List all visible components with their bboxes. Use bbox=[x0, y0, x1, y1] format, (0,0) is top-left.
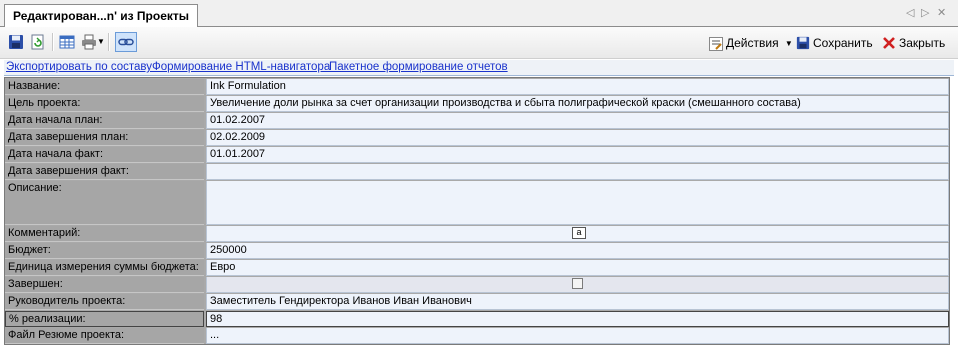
fact-start-date-field[interactable]: 01.01.2007 bbox=[206, 147, 949, 163]
name-field[interactable]: Ink Formulation bbox=[206, 79, 949, 95]
actions-label: Действия bbox=[726, 36, 779, 50]
field-row-description: Описание: bbox=[5, 181, 949, 225]
memo-edit-icon[interactable]: a bbox=[572, 227, 586, 239]
field-row-completed: Завершен: bbox=[5, 277, 949, 293]
field-label: Бюджет: bbox=[5, 243, 204, 259]
field-row-progress: % реализации: 98 bbox=[5, 311, 949, 327]
field-label: Единица измерения суммы бюджета: bbox=[5, 260, 204, 276]
tab-close-icon[interactable]: ✕ bbox=[937, 6, 946, 20]
save-button[interactable]: Сохранить bbox=[796, 35, 873, 51]
budget-currency-field[interactable]: Евро bbox=[206, 260, 949, 276]
comment-field[interactable]: a bbox=[206, 226, 949, 242]
refresh-icon[interactable] bbox=[30, 34, 46, 50]
field-row-plan-start: Дата начала план: 01.02.2007 bbox=[5, 113, 949, 129]
field-row-fact-end: Дата завершения факт: bbox=[5, 164, 949, 180]
field-label: Цель проекта: bbox=[5, 96, 204, 112]
progress-percent-field[interactable]: 98 bbox=[206, 311, 949, 327]
print-dropdown-chevron-down-icon[interactable]: ▼ bbox=[97, 34, 105, 50]
project-manager-field[interactable]: Заместитель Гендиректора Иванов Иван Ива… bbox=[206, 294, 949, 310]
field-label: Дата начала факт: bbox=[5, 147, 204, 163]
close-icon bbox=[882, 36, 896, 50]
table-icon[interactable] bbox=[59, 34, 75, 50]
completed-field bbox=[206, 277, 949, 293]
save-label: Сохранить bbox=[813, 36, 873, 50]
field-label: Дата начала план: bbox=[5, 113, 204, 129]
html-navigator-link[interactable]: Формирование HTML-навигатора bbox=[152, 61, 330, 74]
field-row-budget: Бюджет: 250000 bbox=[5, 243, 949, 259]
field-label: Название: bbox=[5, 79, 204, 95]
plan-start-date-field[interactable]: 01.02.2007 bbox=[206, 113, 949, 129]
batch-reports-link[interactable]: Пакетное формирование отчетов bbox=[329, 61, 508, 74]
field-label: Дата завершения факт: bbox=[5, 164, 204, 180]
close-label: Закрыть bbox=[899, 36, 946, 50]
resume-file-field[interactable]: ... bbox=[206, 328, 949, 344]
field-row-name: Название: Ink Formulation bbox=[5, 79, 949, 95]
field-label: Описание: bbox=[5, 181, 204, 225]
actions-button[interactable]: Действия ▼ bbox=[709, 35, 793, 51]
tab-prev-icon[interactable]: ◁ bbox=[906, 6, 914, 20]
field-row-resume-file: Файл Резюме проекта: ... bbox=[5, 328, 949, 344]
tab-edit-project[interactable]: Редактирован...n' из Проекты bbox=[4, 4, 199, 28]
field-row-currency: Единица измерения суммы бюджета: Евро bbox=[5, 260, 949, 276]
field-row-plan-end: Дата завершения план: 02.02.2009 bbox=[5, 130, 949, 146]
field-label: Руководитель проекта: bbox=[5, 294, 204, 310]
budget-field[interactable]: 250000 bbox=[206, 243, 949, 259]
field-row-comment: Комментарий: a bbox=[5, 226, 949, 242]
tab-strip: Редактирован...n' из Проекты ◁ ▷ ✕ bbox=[0, 0, 958, 28]
actions-chevron-down-icon: ▼ bbox=[784, 39, 793, 48]
field-label: Комментарий: bbox=[5, 226, 204, 242]
close-button[interactable]: Закрыть bbox=[882, 35, 945, 51]
description-field[interactable] bbox=[206, 181, 949, 225]
field-label: Файл Резюме проекта: bbox=[5, 328, 204, 344]
field-label: Дата завершения план: bbox=[5, 130, 204, 146]
print-icon[interactable] bbox=[81, 34, 97, 50]
field-row-manager: Руководитель проекта: Заместитель Гендир… bbox=[5, 294, 949, 310]
completed-checkbox[interactable] bbox=[572, 278, 583, 289]
toolbar: ▼ Действия ▼ Сохранить Закрыть bbox=[0, 27, 958, 59]
goal-field[interactable]: Увеличение доли рынка за счет организаци… bbox=[206, 96, 949, 112]
links-bar: Экспортировать по составу Формирование H… bbox=[4, 60, 954, 76]
tab-next-icon[interactable]: ▷ bbox=[921, 6, 929, 20]
field-row-fact-start: Дата начала факт: 01.01.2007 bbox=[5, 147, 949, 163]
field-label: Завершен: bbox=[5, 277, 204, 293]
save-icon bbox=[796, 36, 810, 50]
save-icon[interactable] bbox=[8, 34, 24, 50]
field-label: % реализации: bbox=[5, 311, 204, 327]
fact-end-date-field[interactable] bbox=[206, 164, 949, 180]
toolbar-separator bbox=[52, 33, 54, 51]
actions-icon bbox=[709, 37, 723, 51]
toolbar-separator bbox=[108, 33, 110, 51]
property-grid: Название: Ink Formulation Цель проекта: … bbox=[4, 77, 950, 345]
export-by-composition-link[interactable]: Экспортировать по составу bbox=[6, 61, 152, 74]
plan-end-date-field[interactable]: 02.02.2009 bbox=[206, 130, 949, 146]
field-row-goal: Цель проекта: Увеличение доли рынка за с… bbox=[5, 96, 949, 112]
link-icon[interactable] bbox=[115, 32, 137, 52]
